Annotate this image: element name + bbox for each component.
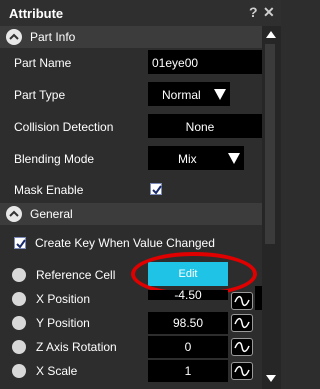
chevron-down-icon (228, 153, 240, 164)
collision-detection-dropdown[interactable]: None (148, 114, 262, 138)
part-name-input[interactable]: 01eye00 (148, 50, 262, 74)
curve-wave-icon[interactable] (231, 338, 253, 356)
scroll-down-arrow-icon[interactable] (264, 371, 278, 385)
section-header-part-info[interactable]: Part Info (0, 26, 262, 48)
curve-wave-icon[interactable] (231, 362, 253, 380)
field-overflow-edge (255, 286, 262, 310)
part-type-dropdown[interactable]: Normal (148, 82, 230, 106)
part-name-label: Part Name (14, 56, 72, 70)
chevron-down-icon (214, 89, 226, 100)
mask-enable-checkbox[interactable] (150, 183, 162, 195)
mask-enable-label: Mask Enable (14, 183, 84, 197)
param-label: X Position (36, 292, 91, 306)
blending-mode-dropdown[interactable]: Mix (148, 146, 244, 170)
help-icon[interactable]: ? (249, 4, 258, 20)
scrollbar-thumb[interactable] (265, 44, 275, 244)
section-title: General (30, 207, 73, 221)
collapse-chevron-icon[interactable] (6, 206, 22, 222)
title-bar: Attribute ? ✕ (0, 0, 281, 26)
part-type-label: Part Type (14, 88, 66, 102)
create-key-checkbox[interactable] (14, 237, 26, 249)
collapse-chevron-icon[interactable] (6, 29, 22, 45)
z-rotation-input[interactable]: 0 (148, 336, 228, 358)
keyframe-dot-icon[interactable] (12, 364, 26, 378)
param-label: Z Axis Rotation (36, 340, 117, 354)
reference-cell-label: Reference Cell (36, 268, 116, 282)
section-title: Part Info (30, 30, 76, 44)
section-header-general[interactable]: General (0, 203, 262, 225)
y-position-input[interactable]: 98.50 (148, 312, 228, 334)
curve-wave-icon[interactable] (231, 314, 253, 332)
keyframe-dot-icon[interactable] (12, 340, 26, 354)
param-label: Y Position (36, 316, 90, 330)
window-title: Attribute (9, 6, 64, 21)
x-scale-input[interactable]: 1 (148, 360, 228, 382)
collision-detection-label: Collision Detection (14, 120, 114, 134)
collision-detection-value: None (185, 120, 215, 134)
curve-wave-icon[interactable] (231, 292, 253, 310)
param-label: X Scale (36, 364, 78, 378)
keyframe-dot-icon[interactable] (12, 316, 26, 330)
close-icon[interactable]: ✕ (263, 4, 275, 21)
keyframe-dot-icon[interactable] (12, 268, 26, 282)
part-name-value: 01eye00 (152, 56, 199, 70)
keyframe-dot-icon[interactable] (12, 292, 26, 306)
x-position-input[interactable]: -4.50 (148, 290, 228, 300)
create-key-label: Create Key When Value Changed (35, 236, 215, 250)
scroll-up-arrow-icon[interactable] (264, 28, 278, 42)
blending-mode-label: Blending Mode (14, 152, 95, 166)
